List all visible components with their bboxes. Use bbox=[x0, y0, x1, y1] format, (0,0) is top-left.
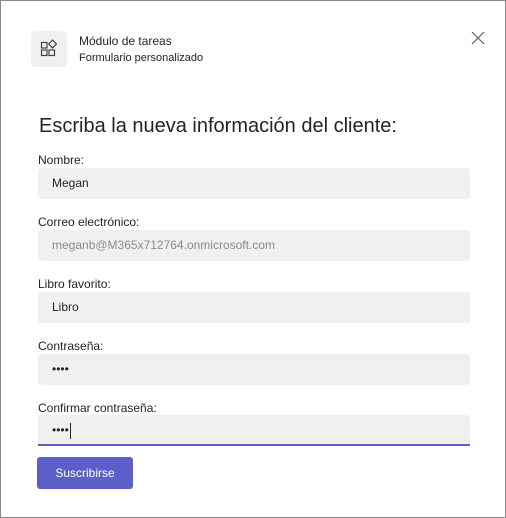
confirm-password-label: Confirmar contraseña: bbox=[38, 401, 157, 415]
email-input[interactable]: meganb@M365x712764.onmicrosoft.com bbox=[38, 230, 470, 261]
form-heading: Escriba la nueva información del cliente… bbox=[39, 115, 397, 137]
name-input[interactable]: Megan bbox=[38, 168, 470, 199]
close-button[interactable] bbox=[467, 27, 489, 49]
favorite-book-input[interactable]: Libro bbox=[38, 292, 470, 323]
apps-add-icon bbox=[31, 31, 67, 67]
text-caret bbox=[69, 422, 71, 439]
app-subtitle: Formulario personalizado bbox=[79, 51, 204, 64]
password-label: Contraseña: bbox=[38, 339, 104, 353]
dialog-header: Módulo de tareas Formulario personalizad… bbox=[31, 31, 203, 67]
close-icon bbox=[471, 31, 485, 45]
app-title: Módulo de tareas bbox=[79, 33, 172, 48]
email-label: Correo electrónico: bbox=[38, 215, 140, 229]
header-text: Módulo de tareas Formulario personalizad… bbox=[79, 34, 203, 65]
confirm-password-value: •••• bbox=[52, 423, 69, 437]
password-input[interactable]: •••• bbox=[38, 354, 470, 385]
subscribe-button[interactable]: Suscribirse bbox=[37, 457, 133, 489]
confirm-password-input[interactable]: •••• bbox=[38, 415, 470, 446]
name-label: Nombre: bbox=[38, 153, 85, 167]
favorite-book-label: Libro favorito: bbox=[38, 277, 111, 291]
task-module-dialog: Módulo de tareas Formulario personalizad… bbox=[0, 0, 506, 518]
